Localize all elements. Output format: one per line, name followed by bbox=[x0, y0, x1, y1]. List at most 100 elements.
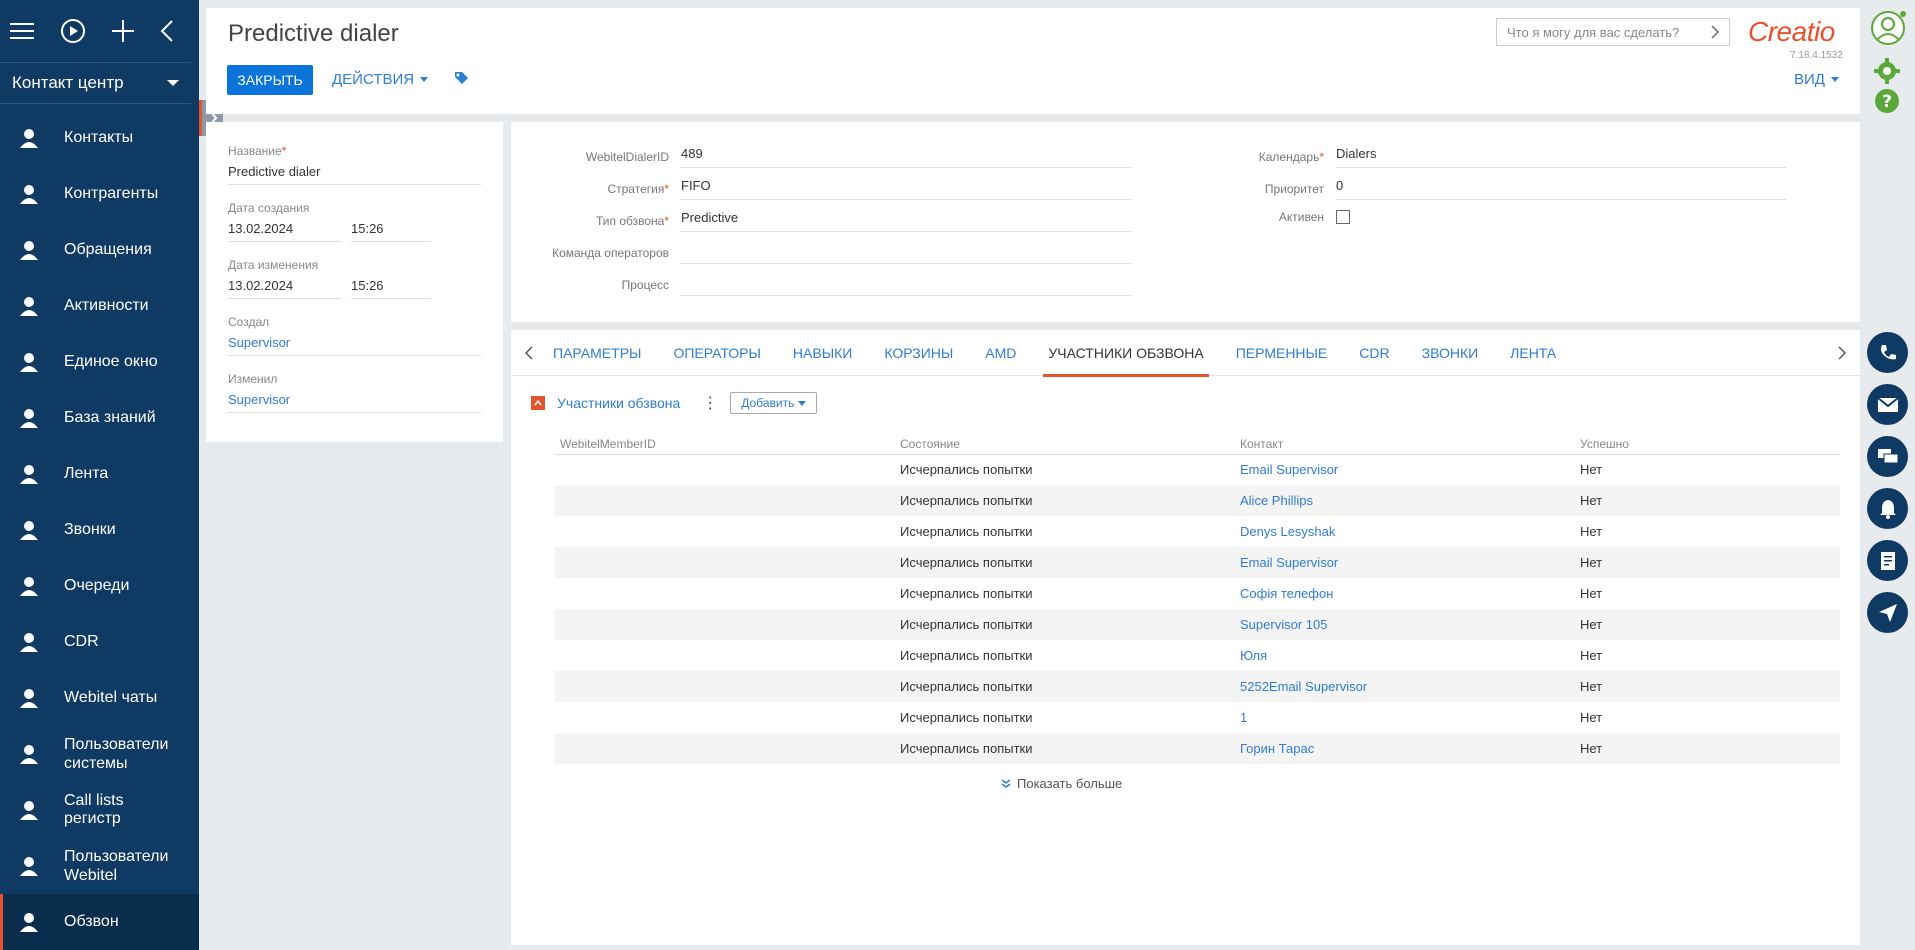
table-cell[interactable]: Юля bbox=[1235, 640, 1575, 671]
table-row[interactable]: Исчерпались попытки 1 Нет bbox=[555, 702, 1840, 733]
table-cell[interactable]: 5252Email Supervisor bbox=[1235, 671, 1575, 702]
tab-scroll-left-icon[interactable] bbox=[525, 345, 539, 360]
tab[interactable]: ПАРАМЕТРЫ bbox=[553, 330, 641, 376]
table-cell[interactable]: Alice Phillips bbox=[1235, 485, 1575, 516]
tab[interactable]: AMD bbox=[985, 330, 1016, 376]
tab[interactable]: УЧАСТНИКИ ОБЗВОНА bbox=[1043, 330, 1210, 377]
table-row[interactable]: Исчерпались попытки Email Supervisor Нет bbox=[555, 547, 1840, 578]
sidebar-item[interactable]: Очереди bbox=[0, 558, 199, 614]
sidebar-item[interactable]: Пользователи системы bbox=[0, 726, 199, 782]
sidebar-nav: Контакты Контрагенты Обращения Активности Ед… bbox=[0, 110, 199, 950]
sidebar-item[interactable]: Call lists регистр bbox=[0, 782, 199, 838]
modified-time-field[interactable]: 15:26 bbox=[351, 278, 431, 299]
table-row[interactable]: Исчерпались попытки Юля Нет bbox=[555, 640, 1840, 671]
add-button[interactable]: Добавить bbox=[730, 392, 818, 414]
created-by-link[interactable]: Supervisor bbox=[228, 335, 481, 356]
table-row[interactable]: Исчерпались попытки 5252Email Supervisor Н… bbox=[555, 671, 1840, 702]
help-icon[interactable]: ? bbox=[1874, 88, 1900, 119]
profile-icon[interactable] bbox=[1870, 10, 1906, 51]
active-checkbox[interactable] bbox=[1336, 210, 1350, 224]
table-cell[interactable]: Denys Lesyshak bbox=[1235, 516, 1575, 547]
tab[interactable]: НАВЫКИ bbox=[793, 330, 852, 376]
calls-icon bbox=[14, 515, 44, 545]
column-header[interactable]: Состояние bbox=[895, 434, 1235, 455]
table-row[interactable]: Исчерпались попытки Email Supervisor Нет bbox=[555, 454, 1840, 485]
tab[interactable]: ОПЕРАТОРЫ bbox=[673, 330, 760, 376]
sidebar-item[interactable]: CDR bbox=[0, 614, 199, 670]
table-row[interactable]: Исчерпались попытки Горин Тарас Нет bbox=[555, 733, 1840, 764]
created-time-field[interactable]: 15:26 bbox=[351, 221, 431, 242]
view-button[interactable]: ВИД bbox=[1794, 71, 1839, 88]
table-cell[interactable]: Email Supervisor bbox=[1235, 454, 1575, 485]
tab[interactable]: ПЕРМЕННЫЕ bbox=[1236, 330, 1328, 376]
plus-icon[interactable] bbox=[112, 17, 134, 45]
created-date-field[interactable]: 13.02.2024 bbox=[228, 221, 341, 242]
table-row[interactable]: Исчерпались попытки Софія телефон Нет bbox=[555, 578, 1840, 609]
tab[interactable]: CDR bbox=[1359, 330, 1389, 376]
sidebar-item[interactable]: База знаний bbox=[0, 390, 199, 446]
table-cell[interactable]: Горин Тарас bbox=[1235, 733, 1575, 764]
email-icon[interactable] bbox=[1867, 384, 1908, 425]
collapse-left-icon[interactable] bbox=[160, 17, 174, 45]
table-cell[interactable]: Email Supervisor bbox=[1235, 547, 1575, 578]
team-field[interactable] bbox=[681, 242, 1131, 264]
tab[interactable]: КОРЗИНЫ bbox=[884, 330, 953, 376]
chevron-down-icon bbox=[798, 400, 807, 406]
sidebar-item[interactable]: Контрагенты bbox=[0, 166, 199, 222]
type-field[interactable]: Predictive bbox=[681, 210, 1131, 232]
column-header[interactable]: Контакт bbox=[1235, 434, 1575, 455]
calendar-row: Календарь* Dialers bbox=[1166, 146, 1786, 168]
show-more-link[interactable]: Показать больше bbox=[1001, 776, 1122, 791]
priority-field[interactable]: 0 bbox=[1336, 178, 1786, 200]
sidebar-item[interactable]: Активности bbox=[0, 278, 199, 334]
chat-icon[interactable] bbox=[1867, 436, 1908, 477]
modified-by-link[interactable]: Supervisor bbox=[228, 392, 481, 413]
tab[interactable]: ЛЕНТА bbox=[1510, 330, 1556, 376]
table-row[interactable]: Исчерпались попытки Alice Phillips Нет bbox=[555, 485, 1840, 516]
table-cell[interactable]: 1 bbox=[1235, 702, 1575, 733]
play-icon[interactable] bbox=[60, 17, 86, 45]
chevron-down-icon bbox=[167, 80, 179, 86]
more-options-icon[interactable]: ⋮ bbox=[702, 393, 718, 413]
dialer-id-field[interactable]: 489 bbox=[681, 146, 1131, 168]
send-icon[interactable] bbox=[1867, 592, 1908, 633]
document-icon[interactable] bbox=[1867, 540, 1908, 581]
sidebar-item[interactable]: Обращения bbox=[0, 222, 199, 278]
calendar-field[interactable]: Dialers bbox=[1336, 146, 1786, 168]
workplace-selector[interactable]: Контакт центр bbox=[0, 62, 191, 104]
creatio-logo: Creatio bbox=[1748, 16, 1835, 47]
strategy-field[interactable]: FIFO bbox=[681, 178, 1131, 200]
detail-title[interactable]: Участники обзвона bbox=[557, 395, 680, 411]
sidebar-item[interactable]: Контакты bbox=[0, 110, 199, 166]
table-cell[interactable]: Supervisor 105 bbox=[1235, 609, 1575, 640]
column-header[interactable]: Успешно bbox=[1575, 434, 1840, 455]
menu-icon[interactable] bbox=[10, 17, 34, 45]
table-row[interactable]: Исчерпались попытки Supervisor 105 Нет bbox=[555, 609, 1840, 640]
gear-icon[interactable] bbox=[1874, 58, 1900, 89]
notification-bell-icon[interactable] bbox=[1867, 488, 1908, 529]
collapse-icon[interactable] bbox=[531, 396, 545, 410]
command-search-input[interactable]: Что я могу для вас сделать? bbox=[1496, 18, 1730, 46]
sidebar-item[interactable]: Webitel чаты bbox=[0, 670, 199, 726]
tag-icon[interactable] bbox=[453, 70, 469, 91]
chevron-right-icon bbox=[1711, 25, 1719, 39]
phone-icon[interactable] bbox=[1867, 332, 1908, 373]
page-header: Predictive dialer ЗАКРЫТЬ ДЕЙСТВИЯ Что я… bbox=[206, 8, 1860, 114]
modified-date-field[interactable]: 13.02.2024 bbox=[228, 278, 341, 299]
tab[interactable]: ЗВОНКИ bbox=[1422, 330, 1479, 376]
process-field[interactable] bbox=[681, 274, 1131, 296]
name-field[interactable]: Predictive dialer bbox=[228, 164, 481, 185]
table-row[interactable]: Исчерпались попытки Denys Lesyshak Нет bbox=[555, 516, 1840, 547]
table-cell[interactable]: Софія телефон bbox=[1235, 578, 1575, 609]
sidebar-item[interactable]: Обзвон bbox=[0, 894, 199, 950]
chevron-down-icon bbox=[1830, 77, 1839, 82]
sidebar-item[interactable]: Лента bbox=[0, 446, 199, 502]
close-button[interactable]: ЗАКРЫТЬ bbox=[227, 65, 313, 95]
sidebar-item[interactable]: Единое окно bbox=[0, 334, 199, 390]
actions-button[interactable]: ДЕЙСТВИЯ bbox=[332, 71, 429, 88]
table-cell: Нет bbox=[1575, 733, 1840, 764]
tab-scroll-right-icon[interactable] bbox=[1838, 346, 1847, 365]
sidebar-item[interactable]: Пользователи Webitel bbox=[0, 838, 199, 894]
sidebar-item[interactable]: Звонки bbox=[0, 502, 199, 558]
column-header[interactable]: WebitelMemberID bbox=[555, 434, 895, 455]
